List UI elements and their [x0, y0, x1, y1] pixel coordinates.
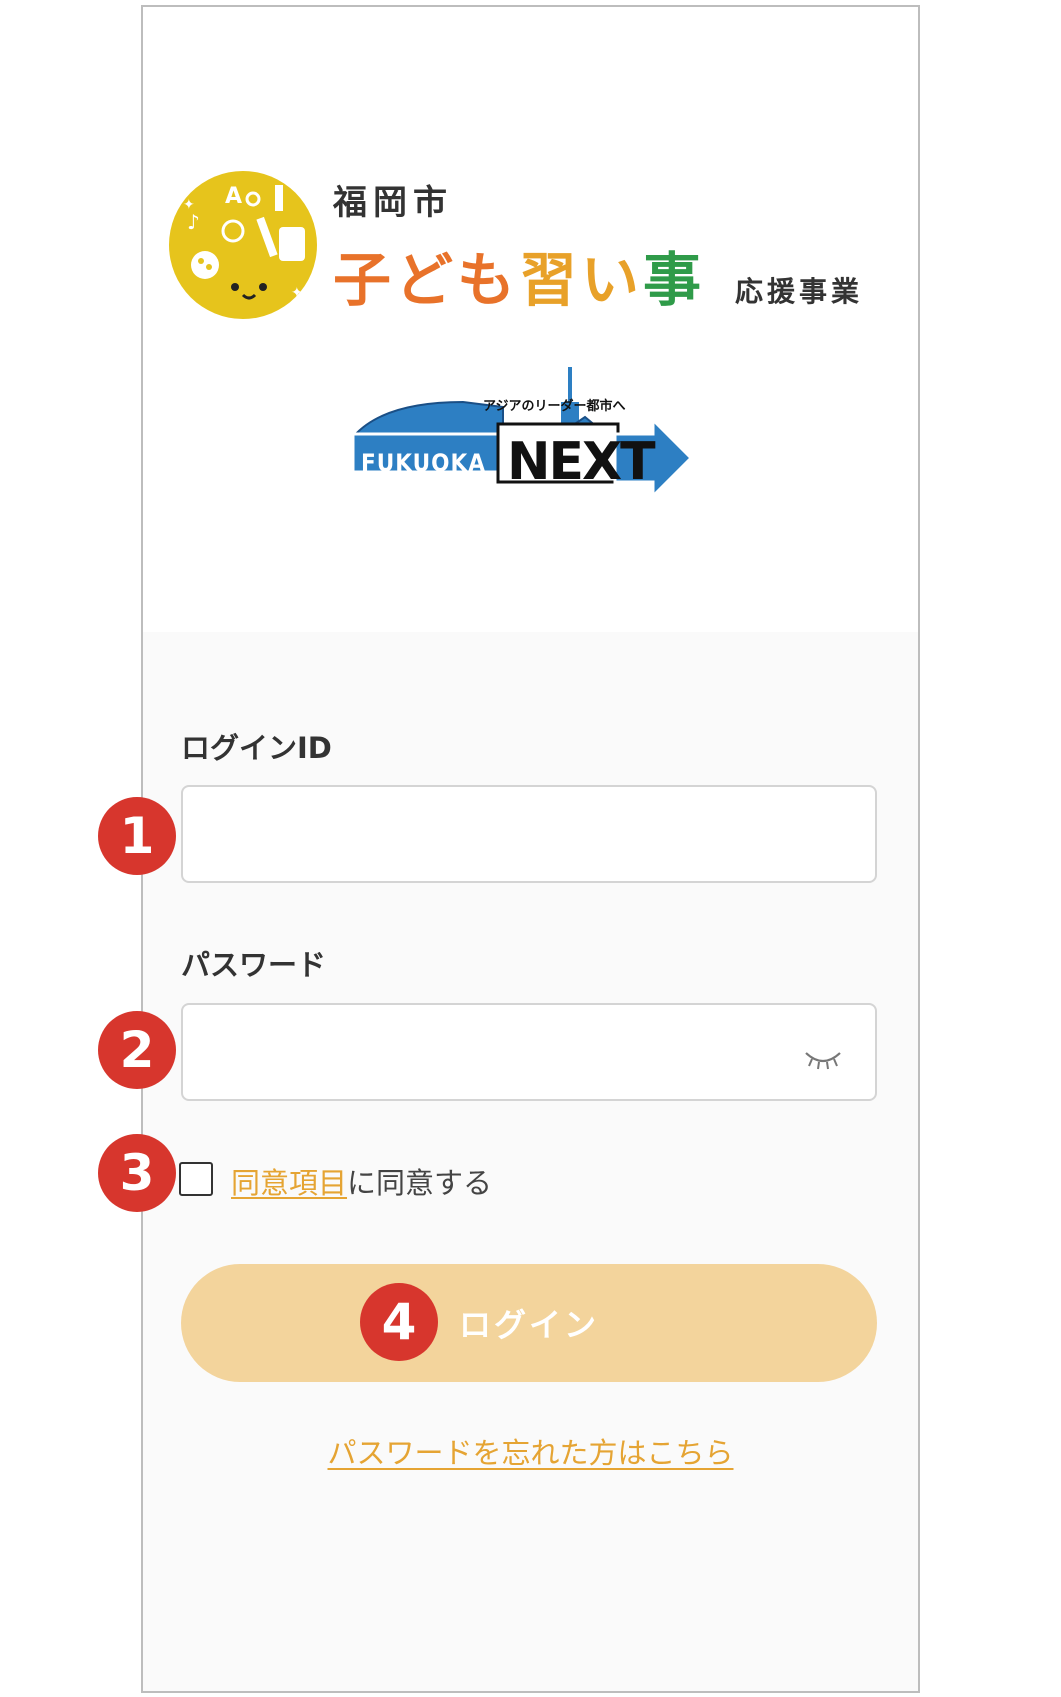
program-title-part1: 子ども [333, 246, 520, 314]
svg-text:A: A [225, 184, 242, 209]
program-title-part3: 事 [643, 246, 706, 314]
agree-row: 同意項目に同意する [231, 1160, 492, 1202]
phone-frame: A ♪ ✦ ✦ 福岡市 子ども習い事 応援事業 アジアのリーダー都市へ FUKU… [141, 5, 920, 1693]
step-badge-3: 3 [98, 1134, 176, 1212]
svg-text:✦: ✦ [291, 285, 303, 301]
step-badge-4: 4 [360, 1283, 438, 1361]
forgot-password-link[interactable]: パスワードを忘れた方はこちら [143, 1430, 918, 1472]
eye-closed-icon[interactable] [803, 1047, 843, 1071]
header: A ♪ ✦ ✦ 福岡市 子ども習い事 応援事業 アジアのリーダー都市へ FUKU… [143, 7, 918, 632]
city-name: 福岡市 [333, 183, 453, 223]
step-badge-1: 1 [98, 797, 176, 875]
program-title: 子ども習い事 [333, 233, 705, 317]
svg-text:✦: ✦ [183, 197, 195, 213]
password-label: パスワード [181, 948, 327, 982]
next-word: NEXT [507, 432, 656, 492]
agree-terms-link[interactable]: 同意項目 [231, 1166, 347, 1200]
next-fukuoka-text: FUKUOKA [361, 449, 486, 477]
password-input[interactable] [181, 1003, 877, 1101]
agree-suffix: に同意する [347, 1166, 493, 1200]
kids-lessons-logo-icon: A ♪ ✦ ✦ [169, 171, 317, 319]
step-badge-2: 2 [98, 1011, 176, 1089]
program-suffix: 応援事業 [735, 275, 864, 308]
login-button[interactable]: ログイン [181, 1264, 877, 1382]
svg-text:♪: ♪ [187, 210, 200, 234]
login-id-input[interactable] [181, 785, 877, 883]
agree-checkbox[interactable] [179, 1162, 213, 1196]
login-id-label: ログインID [181, 731, 332, 765]
next-tagline: アジアのリーダー都市へ [483, 399, 626, 414]
program-title-part2: 習い [519, 246, 644, 314]
